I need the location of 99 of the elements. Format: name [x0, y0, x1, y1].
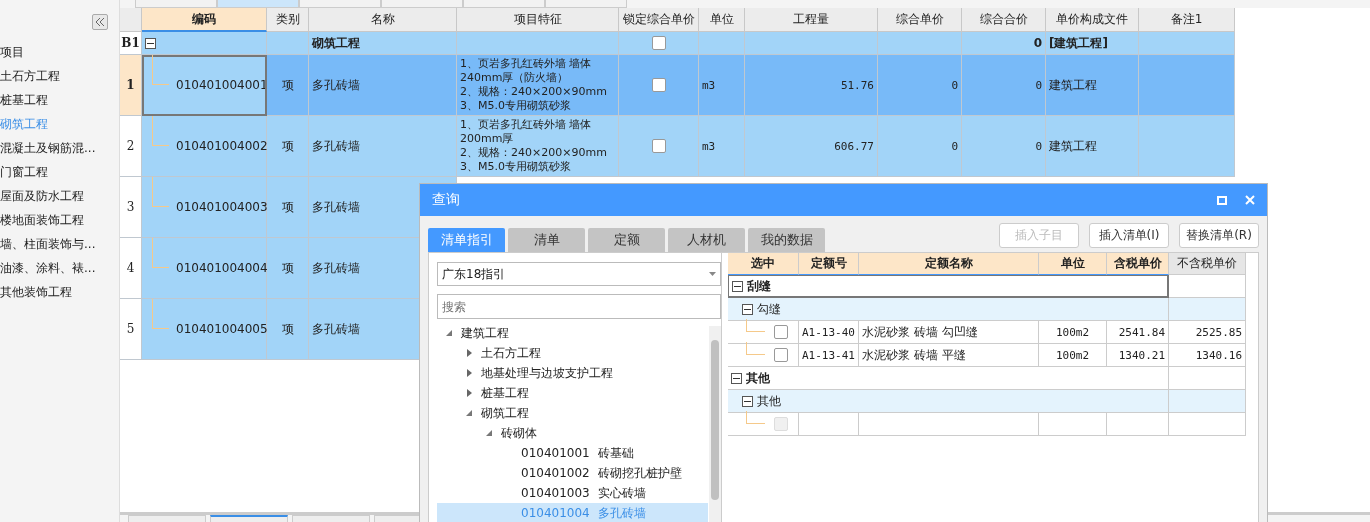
table-cell: 水泥砂浆 砖墙 平缝: [862, 346, 966, 364]
table-cell: 0: [951, 139, 958, 153]
item-code: 010401001: [521, 446, 590, 460]
dialog-button[interactable]: 替换清单(R): [1179, 223, 1259, 248]
table-cell: A1-13-40: [802, 325, 855, 339]
row-number[interactable]: 4: [120, 238, 142, 299]
search-field[interactable]: 搜索: [437, 294, 721, 319]
tree-node-label[interactable]: 砌筑工程: [481, 404, 529, 422]
dialog-button[interactable]: 插入清单(I): [1089, 223, 1169, 248]
column-header[interactable]: 单位: [699, 8, 745, 32]
group-number: B1: [120, 32, 142, 55]
table-cell: 建筑工程: [1049, 137, 1097, 155]
tree-item[interactable]: 010401003 实心砖墙: [437, 483, 708, 503]
table-cell: 010401004001: [176, 78, 268, 92]
column-header[interactable]: 类别: [267, 8, 309, 32]
column-header[interactable]: 选中: [728, 253, 799, 275]
guide-select[interactable]: 广东18指引: [437, 262, 721, 286]
table-cell: 010401004004: [176, 261, 268, 275]
table-cell: 多孔砖墙: [309, 116, 457, 177]
table-cell: m3: [702, 78, 716, 92]
table-cell: 水泥砂浆 砖墙 勾凹缝: [862, 323, 978, 341]
row-number[interactable]: 2: [120, 116, 142, 177]
table-cell: 0: [1035, 78, 1042, 92]
sidebar-item[interactable]: 楼地面装饰工程: [0, 208, 119, 232]
tree-node-label[interactable]: 建筑工程: [461, 324, 509, 342]
table-cell: 建筑工程: [1049, 76, 1097, 94]
sidebar-item[interactable]: 项目: [0, 40, 119, 64]
item-label: 多孔砖墙: [597, 504, 646, 522]
table-cell: 项: [267, 55, 309, 116]
table-cell: 606.77: [834, 139, 874, 153]
item-code: 010401002: [521, 466, 590, 480]
column-header[interactable]: 备注1: [1139, 8, 1235, 32]
table-cell: 010401004002: [176, 139, 268, 153]
table-cell: 51.76: [840, 78, 874, 92]
column-header[interactable]: 锁定综合单价: [619, 8, 699, 32]
table-cell: 100m2: [1055, 348, 1090, 362]
tree-item[interactable]: 010401001 砖基础: [437, 443, 708, 463]
item-label: 砖基础: [597, 444, 634, 462]
column-header[interactable]: 综合单价: [878, 8, 962, 32]
table-cell: 多孔砖墙: [309, 55, 457, 116]
column-header[interactable]: 项目特征: [457, 8, 619, 32]
group-name: 砌筑工程: [309, 32, 457, 55]
tab[interactable]: 定额: [588, 228, 665, 252]
tree-node-label[interactable]: 砖砌体: [501, 424, 537, 442]
table-cell: 0: [1035, 139, 1042, 153]
sidebar-item[interactable]: 屋面及防水工程: [0, 184, 119, 208]
sidebar-item[interactable]: 油漆、涂料、裱...: [0, 256, 119, 280]
column-header[interactable]: 编码: [142, 8, 267, 32]
column-header[interactable]: 单价构成文件: [1046, 8, 1139, 32]
sidebar-item[interactable]: 土石方工程: [0, 64, 119, 88]
table-cell: 100m2: [1055, 325, 1090, 339]
column-header[interactable]: 单位: [1039, 253, 1107, 275]
subgroup-label: 其他: [757, 392, 781, 410]
column-header[interactable]: 综合合价: [962, 8, 1046, 32]
column-header[interactable]: 定额号: [799, 253, 859, 275]
sidebar-item[interactable]: 门窗工程: [0, 160, 119, 184]
item-features: 1、页岩多孔红砖外墙 墙体 200mm厚 2、规格：240×200×90mm 3、M5.0专用砌筑砂浆: [460, 118, 607, 174]
table-cell: 项: [267, 177, 309, 238]
group-label: 其他: [746, 369, 770, 387]
column-header[interactable]: 定额名称: [859, 253, 1039, 275]
item-label: 实心砖墙: [597, 484, 646, 502]
table-cell: 2525.85: [1195, 325, 1242, 339]
table-cell: 项: [267, 116, 309, 177]
item-code: 010401003: [521, 486, 590, 500]
table-cell: A1-13-41: [802, 348, 855, 362]
sidebar-item[interactable]: 桩基工程: [0, 88, 119, 112]
table-cell: 项: [267, 238, 309, 299]
row-number[interactable]: 1: [120, 55, 142, 116]
row-number[interactable]: 3: [120, 177, 142, 238]
tab[interactable]: 人材机: [668, 228, 745, 252]
column-header[interactable]: 不含税单价: [1169, 253, 1246, 275]
column-header[interactable]: 工程量: [745, 8, 878, 32]
tab[interactable]: 清单: [508, 228, 585, 252]
tab[interactable]: 我的数据: [748, 228, 825, 252]
group-file: [建筑工程]: [1046, 32, 1139, 55]
table-cell: m3: [702, 139, 716, 153]
table-cell: 1340.16: [1195, 348, 1242, 362]
column-header[interactable]: 含税单价: [1107, 253, 1169, 275]
table-cell: 010401004005: [176, 322, 268, 336]
group-total: 0: [962, 32, 1046, 55]
row-number[interactable]: 5: [120, 299, 142, 360]
tree-node-label[interactable]: 土石方工程: [481, 344, 541, 362]
tree-node-label[interactable]: 桩基工程: [481, 384, 529, 402]
sidebar-item[interactable]: 墙、柱面装饰与...: [0, 232, 119, 256]
item-code: 010401004: [521, 506, 590, 520]
table-cell: 010401004003: [176, 200, 268, 214]
table-cell: 2541.84: [1118, 325, 1165, 339]
column-header[interactable]: 名称: [309, 8, 457, 32]
table-cell: 项: [267, 299, 309, 360]
subgroup-label: 勾缝: [757, 300, 781, 318]
tree-node-label[interactable]: 地基处理与边坡支护工程: [481, 364, 613, 382]
group-label: 刮缝: [747, 277, 771, 295]
tree-item[interactable]: 010401002 砖砌挖孔桩护壁: [437, 463, 708, 483]
sidebar-item[interactable]: 混凝土及钢筋混...: [0, 136, 119, 160]
item-label: 砖砌挖孔桩护壁: [597, 464, 682, 482]
table-cell: 0: [951, 78, 958, 92]
item-features: 1、页岩多孔红砖外墙 墙体 240mm厚（防火墙） 2、规格：240×200×90mm 3、M5.0专用砌筑砂浆: [460, 57, 607, 113]
sidebar-item[interactable]: 其他装饰工程: [0, 280, 119, 304]
table-cell: 1340.21: [1118, 348, 1165, 362]
